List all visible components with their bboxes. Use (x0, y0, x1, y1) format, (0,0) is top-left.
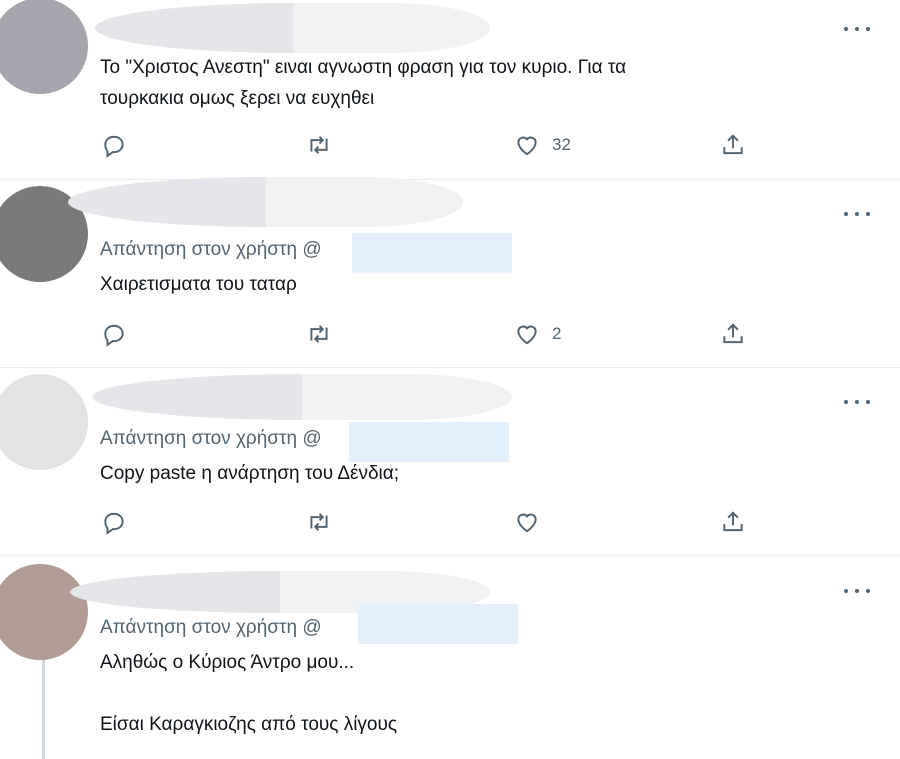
more-options-button[interactable] (844, 205, 870, 223)
more-options-button[interactable] (844, 20, 870, 38)
reply-button[interactable] (101, 321, 127, 347)
reply-handle-redacted[interactable] (349, 422, 509, 462)
reply-icon (104, 512, 124, 535)
heart-icon (517, 325, 537, 345)
share-button[interactable] (720, 132, 746, 158)
reply-handle-redacted[interactable] (352, 233, 512, 273)
retweet-icon (310, 136, 328, 154)
tweet-text-line: Copy paste η ανάρτηση του Δένδια; (100, 463, 400, 484)
more-icon-dot (855, 589, 859, 593)
like-button[interactable]: 32 (514, 132, 571, 158)
tweet-text-line: Το "Χριστος Ανεστη" ειναι αγνωστη φραση … (100, 57, 627, 78)
reply-icon (104, 135, 124, 158)
tweet-text-line: Αληθώς ο Κύριος Άντρο μου... (100, 652, 355, 673)
more-icon (844, 212, 848, 216)
retweet-button[interactable] (306, 321, 332, 347)
avatar[interactable] (0, 0, 88, 94)
thread-line (42, 652, 45, 759)
retweet-button[interactable] (306, 509, 332, 535)
more-icon-dot (855, 400, 859, 404)
tweet[interactable]: Το "Χριστος Ανεστη" ειναι αγνωστη φραση … (0, 0, 900, 180)
tweet[interactable]: Απάντηση στον χρήστη @ Χαιρετισματα του … (0, 177, 900, 368)
tweet-text-line: Χαιρετισματα του ταταρ (100, 274, 297, 295)
author-name-redacted (92, 374, 512, 420)
tweet-text-line: Είσαι Καραγκιοζης από τους λίγους (100, 714, 398, 735)
avatar[interactable] (0, 374, 88, 470)
share-icon (723, 323, 743, 344)
tweet[interactable]: Απάντηση στον χρήστη @ Αληθώς ο Κύριος Ά… (0, 556, 900, 759)
author-name-redacted (68, 177, 463, 227)
more-options-button[interactable] (844, 393, 870, 411)
more-icon (844, 589, 848, 593)
tweet-text-line: τουρκακια ομως ξερει να ευχηθει (100, 88, 375, 109)
reply-button[interactable] (101, 509, 127, 535)
more-icon (844, 27, 848, 31)
more-icon-dot (866, 27, 870, 31)
avatar[interactable] (0, 564, 88, 660)
more-icon-dot (855, 27, 859, 31)
reply-to-label: Απάντηση στον χρήστη @ (100, 239, 322, 260)
retweet-icon (310, 325, 328, 343)
reply-button[interactable] (101, 132, 127, 158)
like-count: 32 (552, 135, 571, 154)
more-icon-dot (866, 400, 870, 404)
retweet-button[interactable] (306, 132, 332, 158)
share-icon (723, 511, 743, 532)
more-icon-dot (866, 212, 870, 216)
share-button[interactable] (720, 321, 746, 347)
more-icon-dot (866, 589, 870, 593)
share-icon (723, 134, 743, 155)
tweet[interactable]: Απάντηση στον χρήστη @ Copy paste η ανάρ… (0, 368, 900, 556)
reply-to-label: Απάντηση στον χρήστη @ (100, 617, 322, 638)
reply-to-label: Απάντηση στον χρήστη @ (100, 428, 322, 449)
retweet-icon (310, 513, 328, 531)
like-count: 2 (552, 324, 562, 343)
more-icon (844, 400, 848, 404)
like-button[interactable] (514, 509, 552, 535)
share-button[interactable] (720, 509, 746, 535)
more-options-button[interactable] (844, 582, 870, 600)
author-name-redacted (95, 3, 490, 53)
heart-icon (517, 513, 537, 533)
like-button[interactable]: 2 (514, 321, 561, 347)
reply-icon (104, 324, 124, 347)
more-icon-dot (855, 212, 859, 216)
heart-icon (517, 136, 537, 156)
reply-handle-redacted[interactable] (358, 604, 518, 644)
